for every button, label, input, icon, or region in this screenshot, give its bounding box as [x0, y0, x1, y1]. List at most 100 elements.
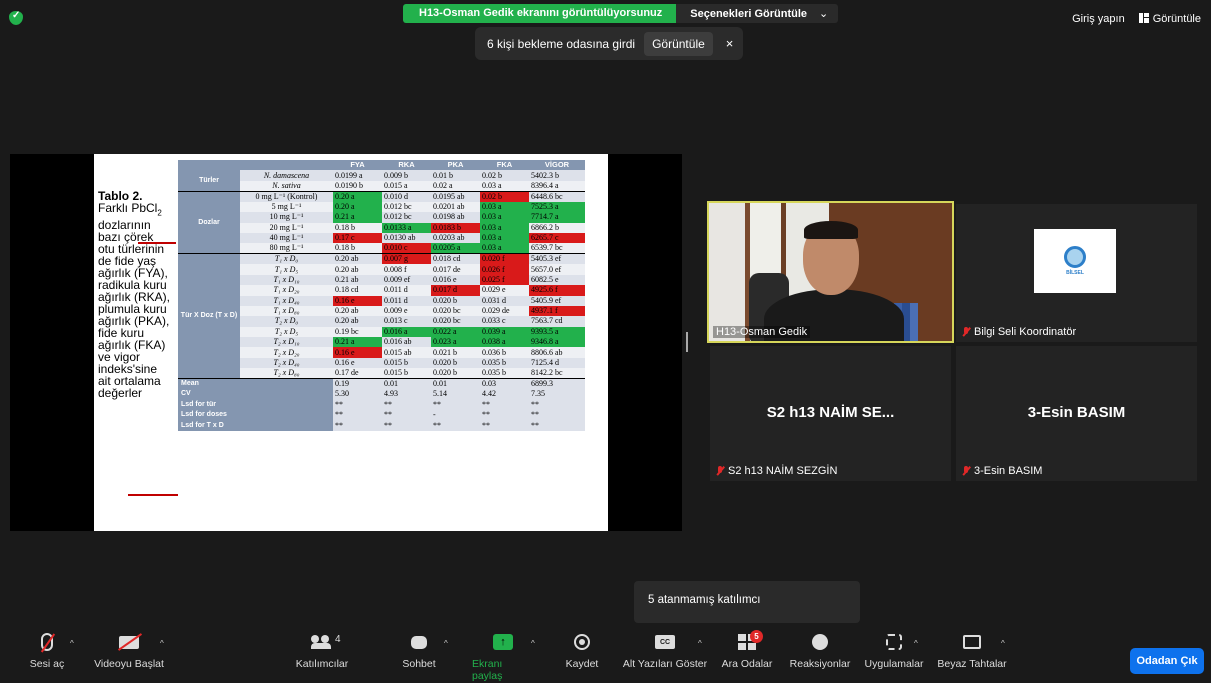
summary-label: CV — [178, 389, 333, 400]
resize-handle[interactable] — [686, 332, 688, 352]
table-cell: 0.018 cd — [431, 253, 480, 265]
data-table: FYA RKA PKA FKA VİGOR Türler N. damascena 0.019… — [178, 160, 585, 431]
captions-button[interactable]: CC Alt Yazıları Göster — [622, 626, 708, 670]
reactions-button[interactable]: Reaksiyonlar — [788, 626, 852, 670]
summary-cell: 7.35 — [529, 389, 585, 400]
video-label: Videoyu Başlat — [94, 658, 164, 670]
share-screen-button[interactable]: ↑ Ekranı paylaş — [472, 626, 534, 682]
summary-label: Lsd for T x D — [178, 420, 333, 431]
table-cell: 5657.0 ef — [529, 264, 585, 275]
leave-button[interactable]: Odadan Çık — [1130, 648, 1204, 674]
whiteboard-options-caret[interactable]: ^ — [1001, 639, 1005, 648]
whiteboard-icon — [963, 635, 981, 649]
row-label: 5 mg L⁻¹ — [240, 201, 333, 213]
audio-button[interactable]: Sesi aç — [28, 626, 66, 670]
camera-off-icon — [119, 635, 139, 649]
table-cell: 0.011 d — [382, 295, 431, 306]
record-button[interactable]: Kaydet — [562, 626, 602, 670]
table-cell: 0.20 a — [333, 201, 382, 213]
apps-options-caret[interactable]: ^ — [914, 639, 918, 648]
sign-in-link[interactable]: Giriş yapın — [1072, 13, 1125, 25]
view-button[interactable]: Görüntüle — [1138, 13, 1201, 25]
chevron-down-icon: ⌄ — [819, 8, 829, 20]
summary-cell: ** — [333, 410, 382, 421]
table-cell: 0.03 a — [480, 201, 529, 213]
table-cell: 0.023 a — [431, 337, 480, 348]
mic-muted-icon — [962, 326, 970, 338]
table-cell: 0.036 b — [480, 347, 529, 358]
table-cell: 0.16 e — [333, 295, 382, 306]
table-cell: 0.0203 ab — [431, 232, 480, 244]
table-row: T₂ x D₂₀ 0.16 e 0.015 ab 0.021 b 0.036 b 8806… — [178, 347, 585, 358]
apps-button[interactable]: Uygulamalar — [862, 626, 926, 670]
group-label: Tür X Doz (T x D) — [178, 253, 240, 379]
video-tile-bilgi[interactable]: BİLSEL Bilgi Seli Koordinatör — [956, 204, 1197, 342]
header-cell: VİGOR — [529, 160, 585, 171]
captions-options-caret[interactable]: ^ — [698, 639, 702, 648]
table-cell: 0.010 d — [382, 190, 431, 202]
summary-label: Lsd for tür — [178, 399, 333, 411]
video-options-caret[interactable]: ^ — [160, 639, 164, 648]
table-row: N. sativa 0.0190 b 0.015 a 0.02 a 0.03 a 8396… — [178, 180, 585, 192]
summary-cell: ** — [431, 420, 480, 431]
close-icon[interactable]: × — [726, 36, 734, 51]
table-cell: 0.015 a — [382, 180, 431, 192]
logo-text: BİLSEL — [1066, 270, 1084, 276]
participant-name-label: Bilgi Seli Koordinatör — [974, 326, 1077, 338]
table-cell: 0.03 a — [480, 180, 529, 192]
breakout-rooms-button[interactable]: 5 Ara Odalar — [720, 626, 774, 670]
whiteboard-button[interactable]: Beyaz Tahtalar — [934, 626, 1010, 670]
caption-text: Farklı PbCl2 dozlarının bazı çörek otu türl… — [98, 202, 180, 400]
table-cell: 7563.7 cd — [529, 316, 585, 327]
video-tile-naim[interactable]: S2 h13 NAİM SE... S2 h13 NAİM SEZGİN — [710, 346, 951, 481]
table-cell: 7714.7 a — [529, 212, 585, 223]
table-cell: 0.17 de — [333, 368, 382, 379]
apps-label: Uygulamalar — [864, 658, 924, 670]
table-cell: 0.03 a — [480, 243, 529, 254]
row-label: T₁ x D₁₀ — [240, 274, 333, 286]
table-cell: 0.21 ab — [333, 274, 382, 286]
participant-name: Bilgi Seli Koordinatör — [962, 326, 1076, 338]
table-cell: 0.03 a — [480, 212, 529, 223]
participant-display-name: S2 h13 NAİM SE... — [766, 404, 895, 421]
table-row: 5 mg L⁻¹ 0.20 a 0.012 bc 0.0201 ab 0.03 a 752… — [178, 201, 585, 213]
view-options-button[interactable]: Seçenekleri Görüntüle ⌄ — [676, 4, 839, 23]
table-cell: 0.012 bc — [382, 212, 431, 223]
video-tile-osman[interactable]: H13-Osman Gedik — [707, 201, 954, 343]
summary-row: Lsd for T x D ** ** ** ** ** — [178, 420, 585, 431]
row-label: T₁ x D₂₀ — [240, 285, 333, 296]
table-cell: 0.020 b — [431, 295, 480, 306]
table-cell: 0.020 bc — [431, 316, 480, 327]
notification-view-button[interactable]: Görüntüle — [644, 31, 713, 56]
table-cell: 0.02 b — [480, 190, 529, 202]
table-cell: 0.01 b — [431, 170, 480, 181]
audio-options-caret[interactable]: ^ — [70, 639, 74, 648]
table-cell: 0.035 b — [480, 368, 529, 379]
share-banner: H13-Osman Gedik ekranını görüntülüyorsun… — [403, 4, 839, 23]
video-tile-esin[interactable]: 3-Esin BASIM 3-Esin BASIM — [956, 346, 1197, 481]
table-cell: 0.015 b — [382, 368, 431, 379]
video-button[interactable]: Videoyu Başlat — [92, 626, 166, 670]
summary-cell: ** — [529, 420, 585, 431]
participant-name: 3-Esin BASIM — [962, 465, 1042, 477]
chat-options-caret[interactable]: ^ — [444, 639, 448, 648]
table-header-row: FYA RKA PKA FKA VİGOR — [178, 160, 585, 171]
table-cell: 9393.5 a — [529, 326, 585, 338]
share-options-caret[interactable]: ^ — [531, 639, 535, 648]
participants-button[interactable]: 4 Katılımcılar — [292, 626, 352, 670]
summary-cell: ** — [529, 399, 585, 411]
row-label: T₂ x D₅ — [240, 326, 333, 338]
share-screen-icon: ↑ — [493, 634, 513, 650]
table-cell: 0.03 a — [480, 232, 529, 244]
logo-emblem — [1064, 246, 1086, 268]
reaction-icon — [812, 634, 828, 650]
chat-button[interactable]: Sohbet — [400, 626, 438, 670]
share-banner-text: H13-Osman Gedik ekranını görüntülüyorsun… — [403, 4, 677, 23]
breakout-rooms-icon: 5 — [738, 630, 763, 650]
shared-screen[interactable]: Tablo 2. Farklı PbCl2 dozlarının bazı çöre… — [10, 154, 682, 531]
table-cell: 0.016 a — [382, 326, 431, 338]
row-label: T₂ x D₈₀ — [240, 368, 333, 379]
table-cell: 0.012 bc — [382, 201, 431, 213]
summary-cell: - — [431, 410, 480, 421]
shield-icon[interactable] — [9, 10, 23, 25]
